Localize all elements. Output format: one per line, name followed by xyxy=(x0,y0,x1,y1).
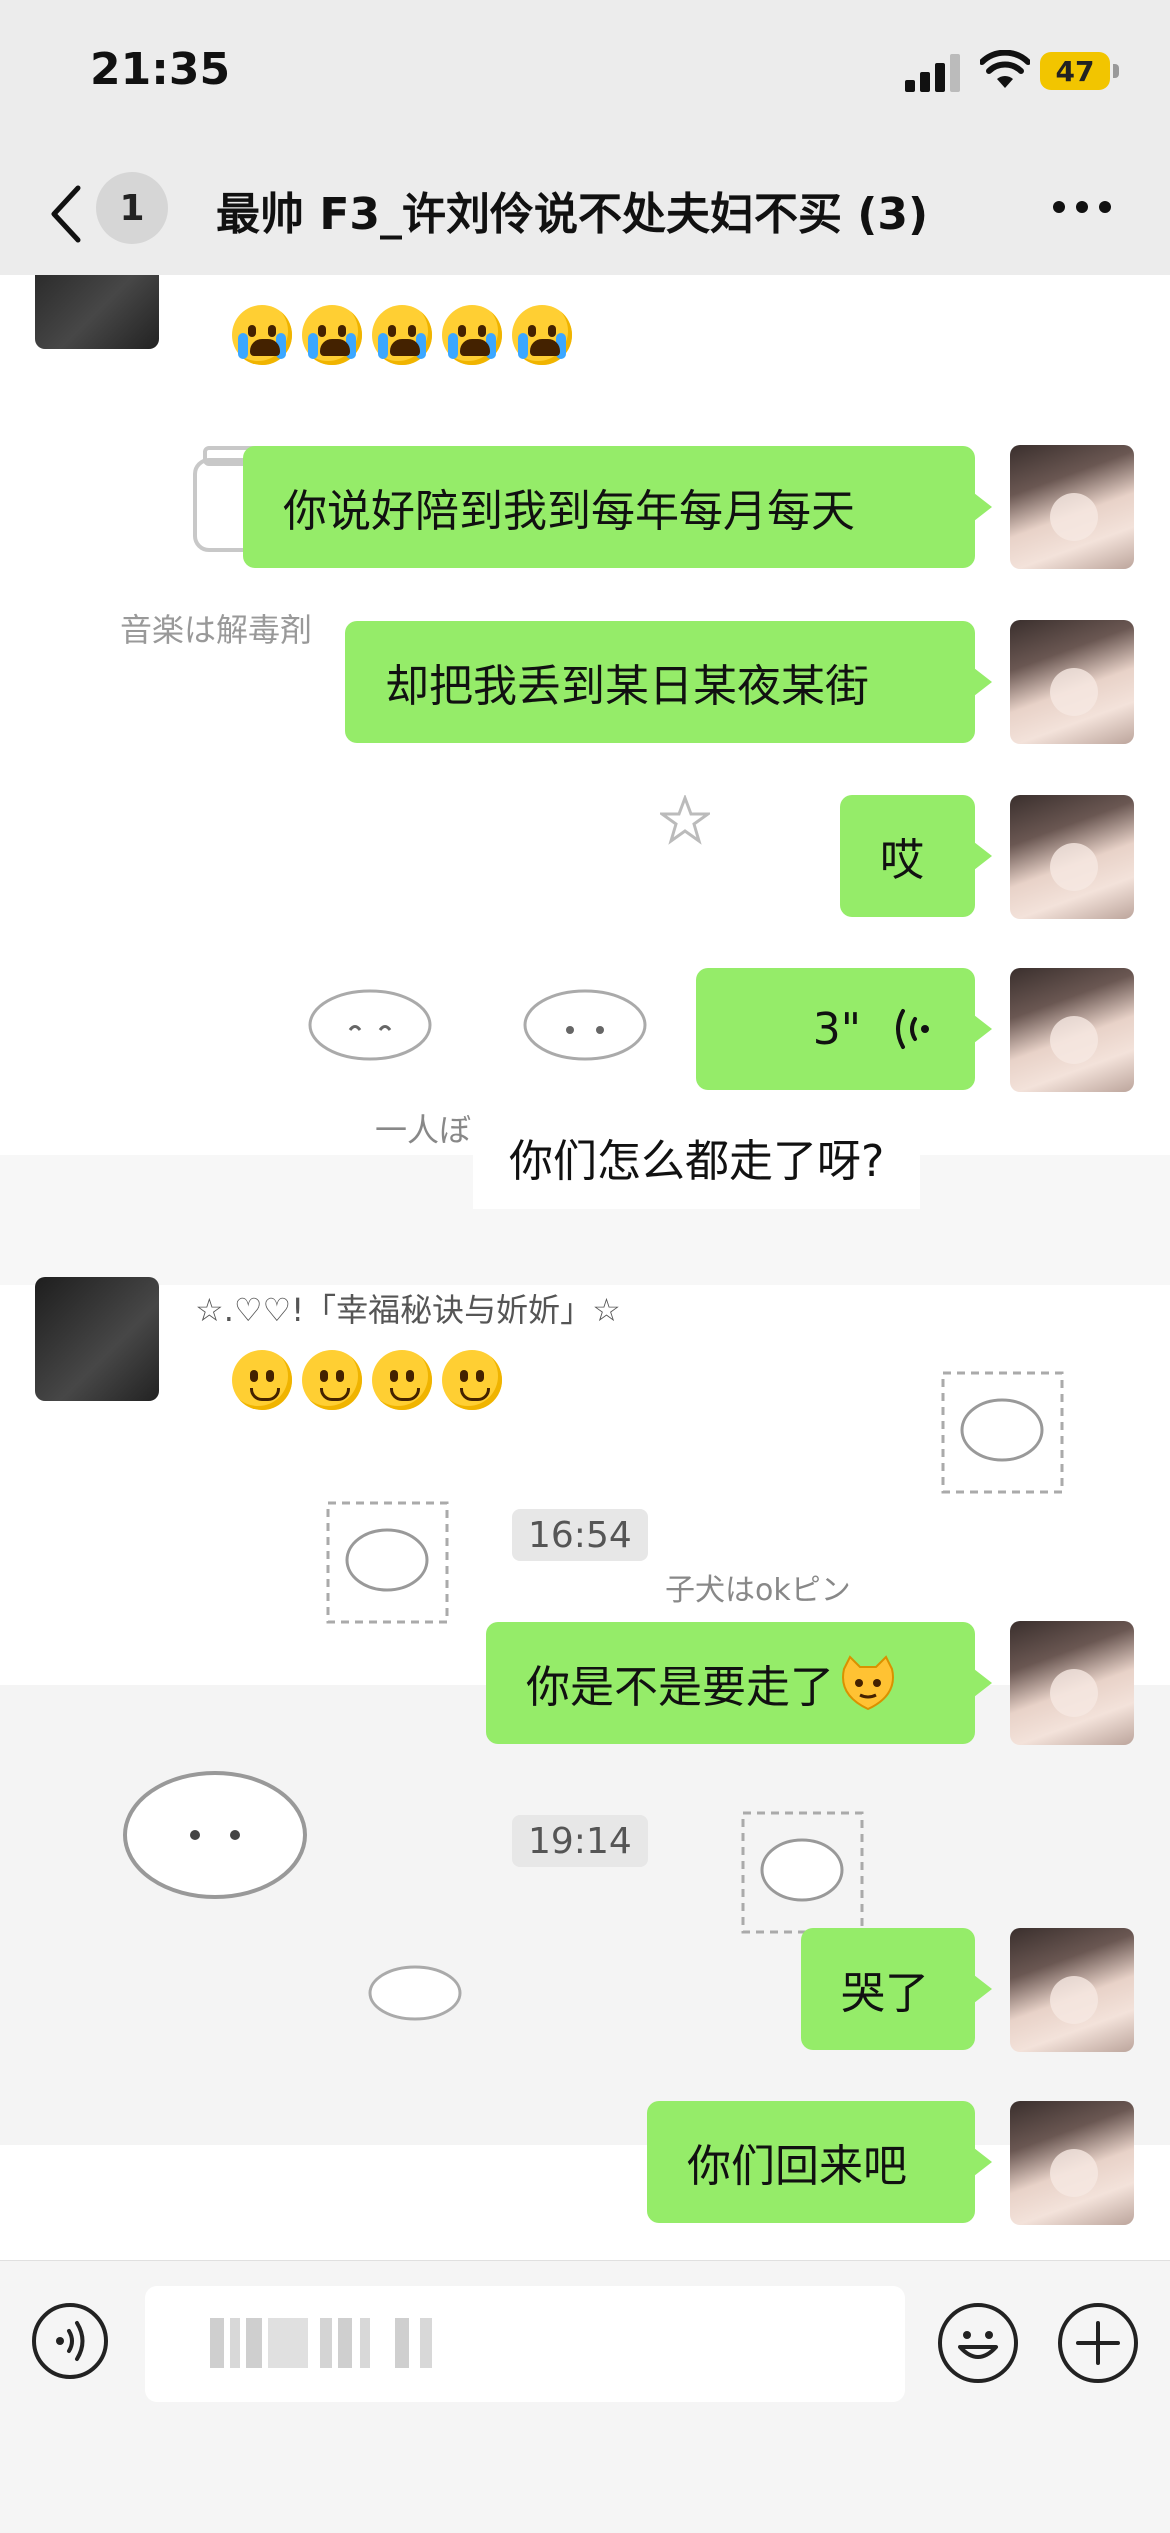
star-outline-icon xyxy=(660,795,710,845)
status-bar: 21:35 47 xyxy=(0,0,1170,150)
puppy-stamp-icon xyxy=(741,1811,864,1934)
bubble-tail xyxy=(974,668,992,696)
emoji-message[interactable] xyxy=(232,305,572,365)
background-caption: 音楽は解毒剤 xyxy=(120,611,313,649)
voice-wave-icon xyxy=(896,1009,929,1049)
bubble-tail xyxy=(974,1975,992,2003)
avatar[interactable] xyxy=(1010,795,1134,919)
loudly-crying-face-icon xyxy=(232,305,292,365)
avatar[interactable] xyxy=(1010,968,1134,1092)
loudly-crying-face-icon xyxy=(372,305,432,365)
message-bubble[interactable]: 你是不是要走了 xyxy=(486,1622,975,1744)
bubble-tail xyxy=(974,493,992,521)
voice-input-button[interactable] xyxy=(32,2303,108,2379)
loudly-crying-face-icon xyxy=(302,305,362,365)
emoji-picker-button[interactable] xyxy=(938,2303,1018,2383)
voice-message-bubble[interactable]: 3" xyxy=(696,968,975,1090)
smiley-icon xyxy=(958,2331,998,2359)
sender-name: ☆.♡♡!「幸福秘诀与妡妡」☆ xyxy=(195,1291,621,1329)
slightly-smiling-face-icon xyxy=(302,1350,362,1410)
puppy-stamp-icon xyxy=(941,1371,1064,1494)
chat-title[interactable]: 最帅 F3_许刘伶说不处夫妇不买 (3) xyxy=(216,178,1006,242)
avatar[interactable] xyxy=(1010,1621,1134,1745)
avatar[interactable] xyxy=(35,1277,159,1401)
plus-icon xyxy=(1076,2321,1120,2365)
puppy-sketch-icon xyxy=(523,989,647,1061)
draft-text-blur xyxy=(210,2318,432,2368)
avatar[interactable] xyxy=(1010,2101,1134,2225)
message-text: 你是不是要走了 xyxy=(526,1662,834,1713)
cellular-signal-icon xyxy=(905,54,960,92)
background-caption: 子犬はokピン xyxy=(665,1573,851,1608)
message-bubble[interactable]: 哭了 xyxy=(801,1928,975,2050)
more-options-icon[interactable] xyxy=(1052,200,1112,214)
message-bubble[interactable]: 你们回来吧 xyxy=(647,2101,975,2223)
avatar[interactable] xyxy=(35,275,159,349)
back-chevron-icon[interactable] xyxy=(48,184,84,244)
slightly-smiling-face-icon xyxy=(442,1350,502,1410)
unread-count-badge[interactable]: 1 xyxy=(96,172,168,244)
message-bubble[interactable]: 你说好陪到我到每年每月每天 xyxy=(243,446,975,568)
slightly-smiling-face-icon xyxy=(232,1350,292,1410)
wifi-icon xyxy=(980,50,1030,88)
battery-tip xyxy=(1113,64,1119,78)
puppy-stamp-icon xyxy=(326,1501,449,1624)
battery-indicator: 47 xyxy=(1040,52,1110,90)
avatar[interactable] xyxy=(1010,445,1134,569)
bubble-tail xyxy=(974,2148,992,2176)
more-actions-button[interactable] xyxy=(1058,2303,1138,2383)
loudly-crying-face-icon xyxy=(512,305,572,365)
voice-wave-icon xyxy=(56,2321,85,2361)
status-time: 21:35 xyxy=(90,44,231,95)
loudly-crying-face-icon xyxy=(442,305,502,365)
emoji-message[interactable] xyxy=(232,1350,502,1410)
voice-duration: 3" xyxy=(812,1003,861,1055)
slightly-smiling-face-icon xyxy=(372,1350,432,1410)
puppy-sketch-icon xyxy=(123,1771,307,1899)
avatar[interactable] xyxy=(1010,1928,1134,2052)
cat-face-emoji-icon xyxy=(842,1655,894,1711)
timestamp: 19:14 xyxy=(512,1815,648,1867)
avatar[interactable] xyxy=(1010,620,1134,744)
bubble-tail xyxy=(974,842,992,870)
message-text[interactable]: 你们怎么都走了呀? xyxy=(473,1105,921,1209)
background-caption: 一人ぼ xyxy=(375,1111,472,1149)
chat-message-list[interactable]: 音楽は解毒剤 一人ぼ 子犬はokピン 你说好陪到我到每年每月每天 却把我丢到某日… xyxy=(0,275,1170,2260)
message-bubble[interactable]: 却把我丢到某日某夜某街 xyxy=(345,621,975,743)
message-bubble[interactable]: 哎 xyxy=(840,795,975,917)
puppy-sketch-icon xyxy=(308,989,432,1061)
puppy-sketch-icon xyxy=(368,1965,462,2021)
bubble-tail xyxy=(974,1015,992,1043)
bubble-tail xyxy=(974,1669,992,1697)
timestamp: 16:54 xyxy=(512,1509,648,1561)
